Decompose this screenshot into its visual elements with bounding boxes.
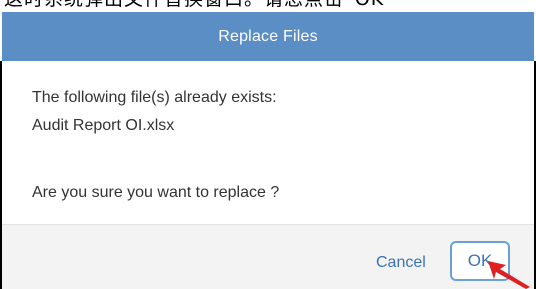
existing-file-name: Audit Report OI.xlsx: [32, 117, 175, 134]
dialog-body: The following file(s) already exists: Au…: [2, 61, 534, 224]
existing-files-message: The following file(s) already exists:: [32, 89, 277, 106]
cancel-button[interactable]: Cancel: [376, 249, 426, 277]
replace-confirm-question: Are you sure you want to replace ?: [32, 184, 280, 201]
caption-text: 这时系统弹出文件替换窗口。请您点击“OK”: [4, 0, 395, 10]
replace-files-dialog: Replace Files The following file(s) alre…: [2, 12, 534, 289]
dialog-title: Replace Files: [218, 27, 318, 45]
red-pointer-arrow-icon: [488, 261, 530, 289]
dialog-titlebar: Replace Files: [2, 12, 534, 61]
dialog-footer: Cancel OK: [2, 224, 534, 289]
top-caption-strip: 这时系统弹出文件替换窗口。请您点击“OK”: [0, 0, 536, 10]
left-window-edge: [0, 61, 2, 289]
